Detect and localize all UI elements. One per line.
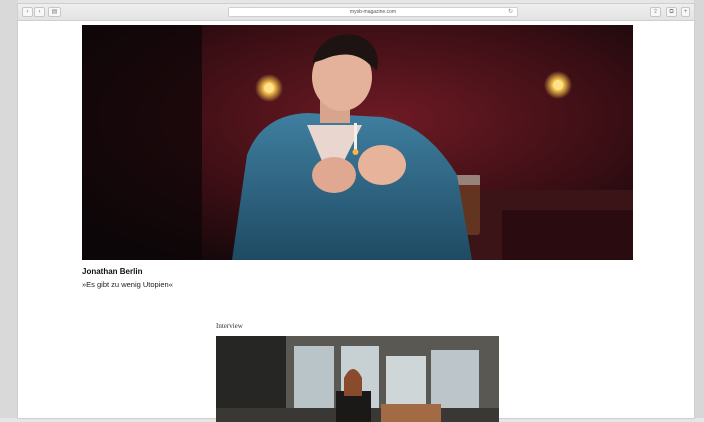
new-tab-button[interactable]: + xyxy=(681,7,690,17)
browser-toolbar: ‹ › ▤ mysb-magazine.com ↻ ⇪ ⧉ + xyxy=(18,4,694,21)
sidebar-button[interactable]: ▤ xyxy=(48,7,61,17)
background-edge-left xyxy=(0,0,18,418)
share-icon: ⇪ xyxy=(652,9,659,15)
chevron-right-icon: › xyxy=(38,9,41,15)
chevron-left-icon: ‹ xyxy=(26,9,29,15)
url-text: mysb-magazine.com xyxy=(349,9,397,15)
article-title[interactable]: »Es gibt zu wenig Utopien« xyxy=(82,280,173,289)
sidebar-icon: ▤ xyxy=(51,9,58,15)
reload-icon[interactable]: ↻ xyxy=(508,8,513,16)
back-button[interactable]: ‹ xyxy=(22,7,33,17)
tabs-button[interactable]: ⧉ xyxy=(666,7,677,17)
address-bar[interactable]: mysb-magazine.com ↻ xyxy=(228,7,518,17)
plus-icon: + xyxy=(683,9,688,15)
interview-photo-illustration xyxy=(216,336,499,422)
hero-photo-illustration xyxy=(82,25,633,260)
section-label: Interview xyxy=(216,322,243,330)
article-author-name[interactable]: Jonathan Berlin xyxy=(82,267,142,276)
background-edge-right xyxy=(694,0,704,418)
hero-image[interactable] xyxy=(82,25,633,260)
forward-button[interactable]: › xyxy=(34,7,45,17)
interview-image[interactable] xyxy=(216,336,499,422)
tabs-icon: ⧉ xyxy=(669,9,674,15)
share-button[interactable]: ⇪ xyxy=(650,7,661,17)
browser-window: ‹ › ▤ mysb-magazine.com ↻ ⇪ ⧉ + Jonathan… xyxy=(18,4,694,422)
